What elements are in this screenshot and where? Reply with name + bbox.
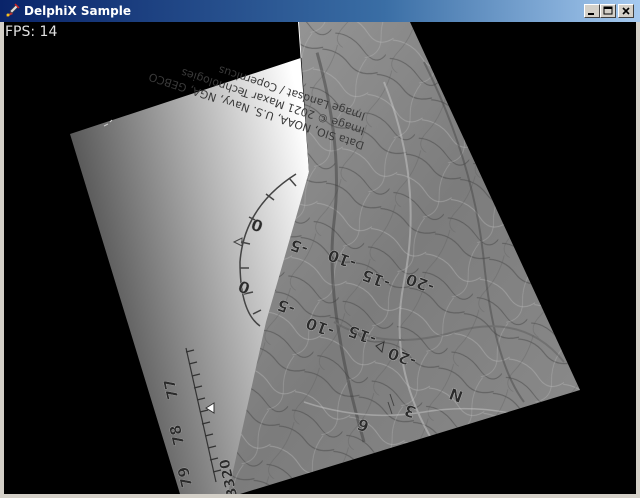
window-title: DelphiX Sample (24, 4, 131, 18)
render-viewport[interactable]: Data SIO, NOAA, U.S. Navy, NGA, GEBCO Im… (4, 22, 636, 494)
flight-view (70, 22, 580, 494)
maximize-icon (603, 6, 613, 15)
maximize-button[interactable] (600, 4, 616, 18)
app-window: DelphiX Sample Data SIO, NOAA, U.S. Navy… (0, 0, 640, 498)
title-bar[interactable]: DelphiX Sample (0, 0, 640, 22)
minimize-icon (588, 13, 594, 15)
fps-counter: FPS: 14 (5, 24, 58, 40)
close-icon (622, 7, 630, 15)
app-icon (6, 3, 20, 17)
close-button[interactable] (618, 4, 634, 18)
minimize-button[interactable] (584, 4, 600, 18)
scene-canvas: Data SIO, NOAA, U.S. Navy, NGA, GEBCO Im… (70, 22, 580, 494)
